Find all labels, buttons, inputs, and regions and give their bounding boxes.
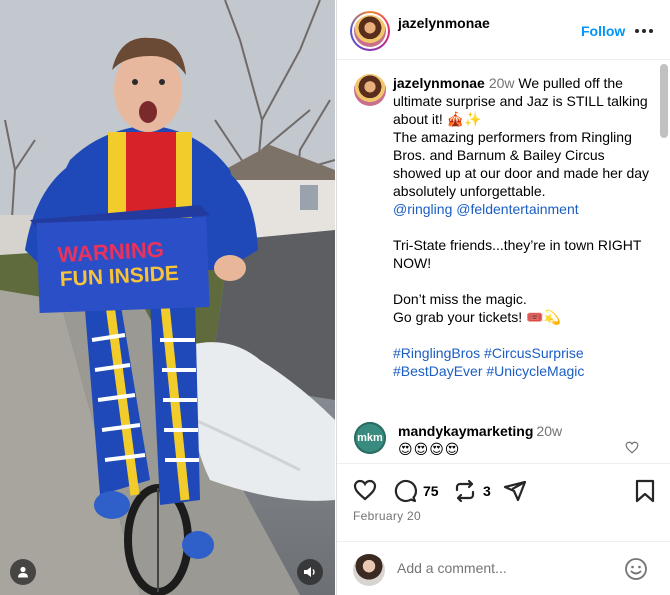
caption-para-2: Tri-State friends...they’re in town RIGH… [393, 237, 642, 271]
post-caption: jazelynmonae 20w We pulled off the ultima… [393, 74, 653, 380]
caption-hashtags-2[interactable]: #BestDayEver #UnicycleMagic [393, 362, 653, 380]
post-header: jazelynmonae Follow [337, 0, 670, 60]
repost-icon[interactable] [453, 479, 477, 503]
commenter-username[interactable]: mandykaymarketing [398, 423, 533, 439]
caption-line-2: The amazing performers from Ringling Bro… [393, 129, 650, 199]
caption-time[interactable]: 20w [489, 75, 515, 91]
comment-like-heart-icon[interactable] [625, 441, 639, 454]
like-heart-icon[interactable] [353, 479, 377, 501]
caption-hashtags-1[interactable]: #RinglingBros #CircusSurprise [393, 344, 653, 362]
add-comment-bar [337, 541, 670, 595]
post-date[interactable]: February 20 [353, 509, 421, 523]
author-avatar[interactable] [350, 11, 390, 51]
add-comment-input[interactable] [397, 560, 607, 576]
post-side-panel: jazelynmonae Follow jazelynmonae 20w We p… [336, 0, 670, 595]
caption-mentions[interactable]: @ringling @feldentertainment [393, 200, 653, 218]
more-options-icon[interactable] [635, 24, 655, 38]
user-icon [18, 566, 28, 578]
emoji-icon[interactable] [624, 557, 648, 581]
share-paper-plane-icon[interactable] [503, 479, 527, 503]
caption-username[interactable]: jazelynmonae [393, 75, 485, 91]
mute-toggle-button[interactable] [297, 559, 323, 585]
comment-bubble-icon[interactable] [393, 479, 417, 503]
author-username[interactable]: jazelynmonae [398, 15, 490, 31]
caption-para-3b: Go grab your tickets! 🎟️💫 [393, 309, 561, 325]
comment-text: 😍😍😍😍 [398, 441, 461, 457]
commenter-avatar[interactable]: mkm [354, 422, 386, 454]
caption-avatar[interactable] [354, 74, 386, 106]
post-media[interactable]: WARNING FUN INSIDE [0, 0, 335, 595]
post-photo: WARNING FUN INSIDE [0, 0, 335, 595]
caption-para-3a: Don’t miss the magic. [393, 291, 527, 307]
follow-button[interactable]: Follow [581, 23, 625, 39]
save-bookmark-icon[interactable] [634, 479, 656, 503]
tagged-users-button[interactable] [10, 559, 36, 585]
comments-count[interactable]: 75 [423, 483, 439, 499]
action-bar: 75 3 February 20 [337, 463, 670, 548]
shares-count[interactable]: 3 [483, 483, 491, 499]
speaker-icon [304, 567, 315, 577]
current-user-avatar[interactable] [353, 554, 385, 586]
comment-time[interactable]: 20w [536, 423, 562, 439]
comments-section[interactable]: jazelynmonae 20w We pulled off the ultima… [337, 61, 670, 463]
comments-scrollbar[interactable] [660, 64, 668, 138]
comment-header: mandykaymarketing 20w [398, 423, 562, 439]
